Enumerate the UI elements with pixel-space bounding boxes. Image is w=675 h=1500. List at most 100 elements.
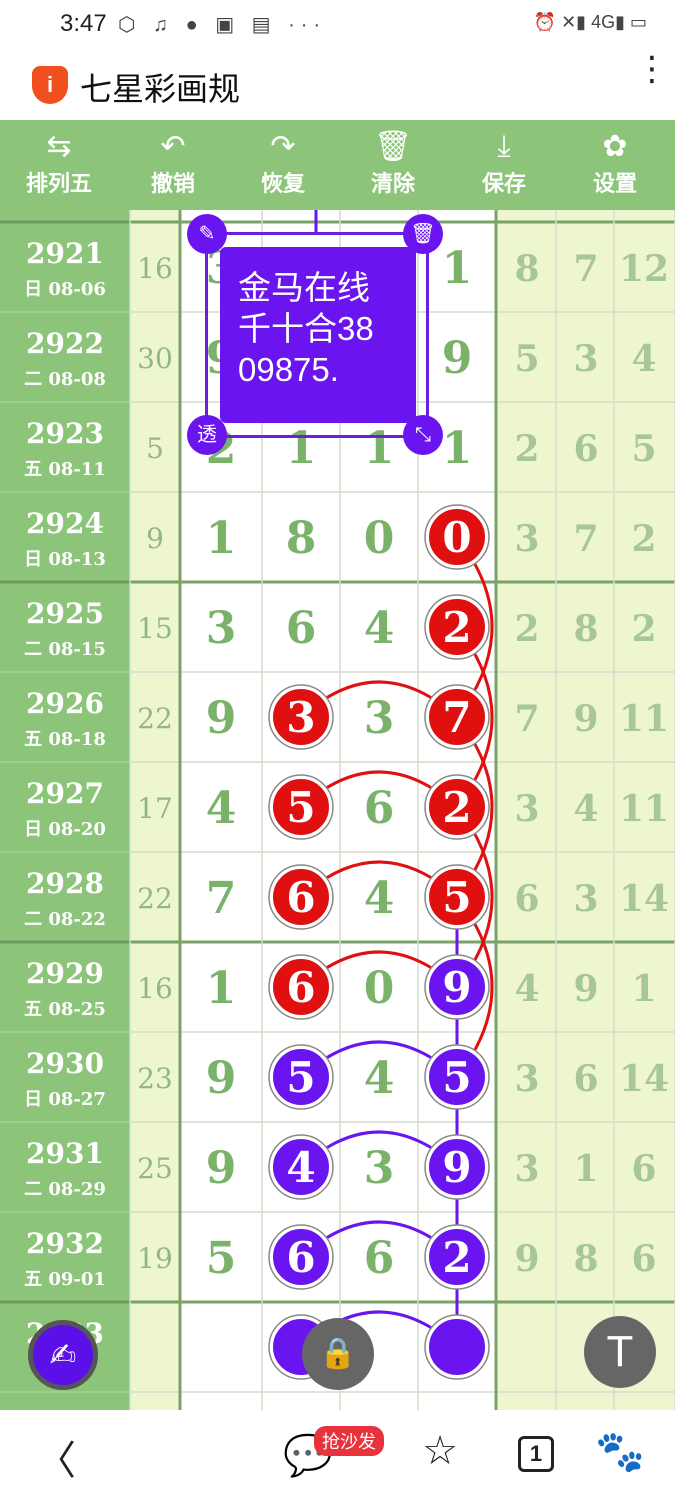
digit-cell: 0 — [364, 513, 395, 564]
stat-cell: 4 — [573, 788, 598, 830]
drawn-circle-purple[interactable]: 4 — [268, 1134, 334, 1200]
drawn-circle-red[interactable]: 2 — [424, 594, 490, 660]
issue-date: 二 08-22 — [24, 909, 106, 930]
sum-value: 15 — [137, 612, 173, 645]
digit-cell: 7 — [206, 873, 237, 924]
digit-cell: 1 — [442, 243, 473, 294]
stat-cell: 2 — [514, 608, 539, 650]
issue-date: 五 08-25 — [24, 999, 106, 1020]
stat-cell: 8 — [573, 1238, 598, 1280]
undo-button[interactable]: ↶ 撤销 — [128, 120, 218, 210]
issue-date: 日 08-13 — [24, 549, 106, 570]
digit-cell: 1 — [206, 513, 237, 564]
status-time: 3:47 — [60, 10, 107, 37]
drawn-circle-purple[interactable]: 5 — [424, 1044, 490, 1110]
drawn-circle-red[interactable]: 2 — [424, 774, 490, 840]
stat-cell: 6 — [631, 1238, 656, 1280]
redo-button[interactable]: ↷ 恢复 — [238, 120, 328, 210]
sum-value: 17 — [137, 792, 173, 825]
issue-date: 二 08-15 — [24, 639, 106, 660]
drawn-circle-purple[interactable]: 6 — [268, 1224, 334, 1290]
settings-button[interactable]: ✿ 设置 — [570, 120, 660, 210]
toolbar-switch-button[interactable]: ⇆ 排列五 — [14, 120, 104, 210]
digit-cell: 4 — [364, 873, 395, 924]
sum-value: 22 — [137, 702, 173, 735]
stat-cell: 14 — [619, 878, 669, 920]
app-logo-icon: i — [32, 66, 68, 104]
back-icon[interactable]: 〈 — [26, 1428, 86, 1486]
save-button[interactable]: ⤓ 保存 — [459, 120, 549, 210]
digit-cell: 0 — [364, 963, 395, 1014]
digit-cell: 3 — [206, 603, 237, 654]
annotation-text[interactable]: 金马在线 千十合38 09875. — [220, 247, 416, 423]
circle-digit: 2 — [442, 603, 471, 652]
circle-digit: 5 — [286, 1053, 315, 1102]
circle-digit: 2 — [442, 783, 471, 832]
drawn-circle-red[interactable]: 0 — [424, 504, 490, 570]
drawn-circle-purple[interactable]: 9 — [424, 954, 490, 1020]
stat-cell: 8 — [573, 608, 598, 650]
drawn-circle-red[interactable]: 5 — [268, 774, 334, 840]
sum-value: 16 — [137, 972, 173, 1005]
clear-button[interactable]: 🗑 清除 — [348, 120, 438, 210]
digit-cell: 9 — [206, 1053, 237, 1104]
drawn-circle-red[interactable]: 5 — [424, 864, 490, 930]
stat-cell: 11 — [619, 788, 669, 830]
stat-cell: 6 — [573, 1058, 598, 1100]
issue-date: 五 08-18 — [24, 729, 106, 750]
circle-shape — [425, 1315, 489, 1379]
resize-icon[interactable]: ⤡ — [403, 415, 443, 455]
drawn-circle-purple[interactable] — [424, 1314, 490, 1380]
drawn-circle-red[interactable]: 6 — [268, 864, 334, 930]
lock-icon[interactable]: 🔒 — [302, 1318, 374, 1390]
stat-cell: 12 — [619, 248, 669, 290]
redo-label: 恢复 — [260, 171, 305, 196]
drawn-circle-purple[interactable]: 9 — [424, 1134, 490, 1200]
circle-digit: 5 — [286, 783, 315, 832]
stat-cell: 4 — [631, 338, 656, 380]
more-menu-icon[interactable]: ⋮ — [635, 52, 669, 86]
sum-value: 25 — [137, 1152, 173, 1185]
circle-digit: 9 — [442, 1143, 471, 1192]
stat-cell: 9 — [514, 1238, 539, 1280]
tab-count-icon[interactable]: 1 — [506, 1436, 566, 1472]
issue-number: 2924 — [26, 507, 104, 540]
sum-value: 22 — [137, 882, 173, 915]
stat-cell: 2 — [631, 608, 656, 650]
text-annotation-box[interactable]: 金马在线 千十合38 09875. — [205, 232, 429, 438]
toolbar-switch-label: 排列五 — [25, 171, 92, 196]
issue-number: 2930 — [26, 1047, 104, 1080]
digit-cell: 4 — [364, 603, 395, 654]
transparency-button[interactable]: 透 — [187, 415, 227, 455]
drawn-circle-purple[interactable]: 2 — [424, 1224, 490, 1290]
delete-trash-icon[interactable]: 🗑 — [403, 214, 443, 254]
stat-cell: 5 — [514, 338, 539, 380]
issue-number: 2921 — [26, 237, 104, 270]
signature-icon[interactable]: ✍ — [28, 1320, 98, 1390]
issue-date: 二 08-08 — [24, 369, 106, 390]
stat-cell: 3 — [514, 1058, 539, 1100]
sum-value: 19 — [137, 1242, 173, 1275]
stat-cell: 6 — [573, 428, 598, 470]
stat-cell: 5 — [631, 428, 656, 470]
drawn-circle-red[interactable]: 7 — [424, 684, 490, 750]
paw-icon[interactable]: 🐾 — [590, 1428, 650, 1475]
status-notification-icons: ⬡ ♫ ● ▣ ▤ ··· — [118, 14, 327, 36]
issue-number: 2926 — [26, 687, 104, 720]
drawn-circle-purple[interactable]: 5 — [268, 1044, 334, 1110]
stat-cell: 6 — [631, 1148, 656, 1190]
drawn-circle-red[interactable]: 6 — [268, 954, 334, 1020]
edit-pencil-icon[interactable]: ✎ — [187, 214, 227, 254]
circle-digit: 3 — [286, 693, 315, 742]
download-icon: ⤓ — [497, 130, 511, 163]
sofa-badge[interactable]: 抢沙发 — [314, 1426, 384, 1456]
bottom-nav-bar: 〈 💬 抢沙发 ☆ 1 🐾 — [0, 1410, 675, 1500]
text-tool-button[interactable]: T — [584, 1316, 656, 1388]
circle-digit: 6 — [286, 963, 315, 1012]
digit-cell: 1 — [442, 423, 473, 474]
drawn-circle-red[interactable]: 3 — [268, 684, 334, 750]
undo-label: 撤销 — [150, 171, 195, 196]
stat-cell: 2 — [514, 428, 539, 470]
circle-digit: 9 — [442, 963, 471, 1012]
star-icon[interactable]: ☆ — [410, 1428, 470, 1474]
